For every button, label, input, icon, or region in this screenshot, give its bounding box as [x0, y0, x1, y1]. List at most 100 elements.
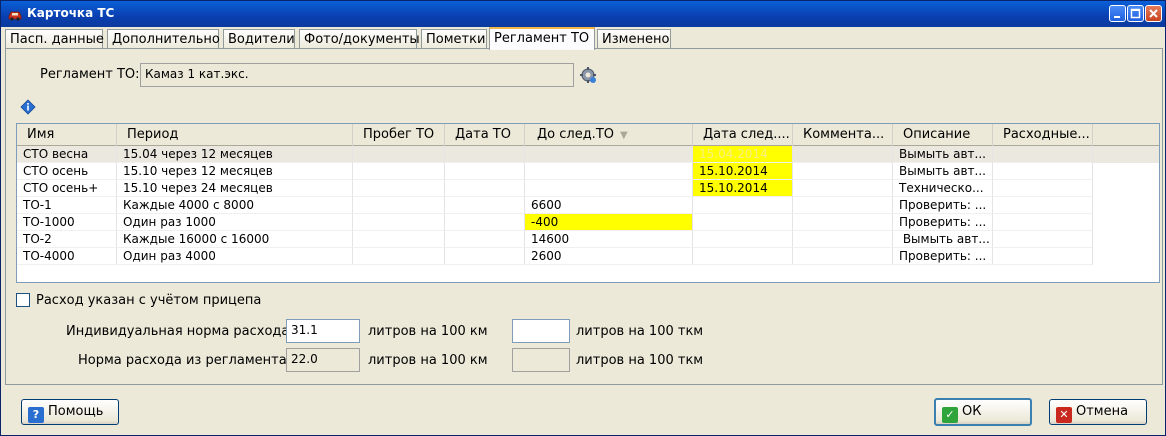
- cell-consumables: [993, 197, 1093, 214]
- cell-name: ТО-1000: [17, 214, 117, 231]
- help-icon: ?: [28, 407, 44, 423]
- tab-panel: Регламент ТО: Камаз 1 кат.экс. Имя Перио…: [5, 48, 1163, 385]
- cell-consumables: [993, 214, 1093, 231]
- tab-additional[interactable]: Дополнительно: [107, 29, 220, 49]
- cell-next-date: 15.10.2014: [693, 163, 793, 180]
- cell-comment: [793, 180, 893, 197]
- tab-photo-documents[interactable]: Фото/документы: [299, 29, 420, 49]
- reglament-field[interactable]: Камаз 1 кат.экс.: [140, 63, 574, 87]
- cell-mileage: [353, 214, 445, 231]
- reglament-norm-field: 22.0: [286, 348, 360, 372]
- column-header-until-next[interactable]: До след.ТО ▼: [525, 124, 693, 146]
- column-header-label: Период: [127, 127, 179, 142]
- cell-name: СТО осень: [17, 163, 117, 180]
- window-title: Карточка ТС: [27, 6, 115, 20]
- tab-maintenance-schedule[interactable]: Регламент ТО: [489, 27, 595, 50]
- column-header-mileage[interactable]: Пробег ТО: [353, 124, 445, 146]
- column-header-date[interactable]: Дата ТО: [445, 124, 525, 146]
- cancel-button[interactable]: ✕ Отмена: [1049, 399, 1147, 425]
- minimize-button[interactable]: [1109, 5, 1126, 22]
- cell-mileage: [353, 146, 445, 163]
- individual-norm-tkm-input[interactable]: [512, 319, 570, 343]
- ok-button-label: ОК: [962, 404, 982, 419]
- help-button[interactable]: ? Помощь: [21, 399, 119, 425]
- close-button[interactable]: [1145, 5, 1162, 22]
- column-header-label: Расходные...: [1003, 127, 1090, 142]
- cell-next-date: [693, 214, 793, 231]
- table-row[interactable]: ТО-1 Каждые 4000 с 8000 6600 Проверить: …: [17, 197, 1159, 214]
- cell-date: [445, 146, 525, 163]
- table-row[interactable]: ТО-4000 Один раз 4000 2600 Проверить: ..…: [17, 248, 1159, 265]
- cell-description: Техническо...: [893, 180, 993, 197]
- tab-label: Фото/документы: [304, 32, 420, 47]
- column-header-description[interactable]: Описание: [893, 124, 993, 146]
- info-icon[interactable]: [20, 99, 36, 115]
- ok-button[interactable]: ✓ ОК: [934, 398, 1032, 426]
- tab-label: Дополнительно: [112, 32, 220, 47]
- column-header-name[interactable]: Имя: [17, 124, 117, 146]
- tab-passport-data[interactable]: Пасп. данные: [5, 29, 104, 49]
- column-header-consumables[interactable]: Расходные...: [993, 124, 1093, 146]
- table-header: Имя Период Пробег ТО Дата ТО До след.ТО ▼…: [17, 124, 1159, 146]
- sort-desc-icon: ▼: [620, 130, 628, 141]
- table-row[interactable]: ТО-1000 Один раз 1000 -400 Проверить: ..…: [17, 214, 1159, 231]
- table-row[interactable]: ТО-2 Каждые 16000 с 16000 14600 Вымыть а…: [17, 231, 1159, 248]
- cell-until-next: 2600: [525, 248, 693, 265]
- title-bar[interactable]: Карточка ТС: [1, 1, 1165, 27]
- reglament-norm-unit-km: литров на 100 км: [368, 353, 488, 368]
- cell-name: СТО осень+: [17, 180, 117, 197]
- cell-comment: [793, 197, 893, 214]
- cell-mileage: [353, 163, 445, 180]
- maintenance-table[interactable]: Имя Период Пробег ТО Дата ТО До след.ТО ▼…: [16, 123, 1160, 283]
- column-header-label: Имя: [27, 127, 55, 142]
- cell-period: Каждые 16000 с 16000: [117, 231, 353, 248]
- check-icon: ✓: [942, 407, 958, 423]
- column-header-next-date[interactable]: Дата след....: [693, 124, 793, 146]
- cancel-button-label: Отмена: [1076, 404, 1129, 419]
- cell-comment: [793, 163, 893, 180]
- table-row[interactable]: СТО осень+ 15.10 через 24 месяцев 15.10.…: [17, 180, 1159, 197]
- tab-label: Регламент ТО: [494, 31, 590, 46]
- car-icon: [8, 11, 22, 21]
- cell-period: Один раз 4000: [117, 248, 353, 265]
- column-header-label: Коммента...: [803, 127, 885, 142]
- trailer-checkbox[interactable]: [16, 293, 30, 307]
- table-row[interactable]: СТО осень 15.10 через 12 месяцев 15.10.2…: [17, 163, 1159, 180]
- cell-description: Вымыть авт...: [893, 231, 993, 248]
- cell-next-date: [693, 231, 793, 248]
- tab-label: Изменено: [602, 32, 670, 47]
- cancel-icon: ✕: [1056, 407, 1072, 423]
- cell-until-next: 6600: [525, 197, 693, 214]
- cell-mileage: [353, 180, 445, 197]
- cell-next-date: 15.04.2014: [693, 146, 793, 163]
- tab-bar: Пасп. данные Дополнительно Водители Фото…: [5, 27, 1163, 50]
- cell-description: Вымыть авт...: [893, 146, 993, 163]
- column-header-comment[interactable]: Коммента...: [793, 124, 893, 146]
- cell-name: ТО-1: [17, 197, 117, 214]
- cell-comment: [793, 248, 893, 265]
- minimize-icon: [1114, 16, 1120, 18]
- cell-date: [445, 197, 525, 214]
- gear-icon[interactable]: [578, 65, 598, 85]
- cell-until-next: 14600: [525, 231, 693, 248]
- cell-name: СТО весна: [17, 146, 117, 163]
- trailer-checkbox-label[interactable]: Расход указан с учётом прицепа: [36, 293, 261, 308]
- cell-date: [445, 163, 525, 180]
- tab-drivers[interactable]: Водители: [223, 29, 295, 49]
- tab-label: Водители: [228, 32, 295, 47]
- maximize-button[interactable]: [1127, 5, 1144, 22]
- close-icon: [1149, 9, 1158, 18]
- individual-norm-input[interactable]: 31.1: [286, 319, 360, 343]
- cell-next-date: [693, 197, 793, 214]
- tab-notes[interactable]: Пометки: [421, 29, 487, 49]
- reglament-norm-unit-tkm: литров на 100 ткм: [576, 353, 704, 368]
- individual-norm-unit-tkm: литров на 100 ткм: [576, 324, 704, 339]
- cell-date: [445, 214, 525, 231]
- table-row[interactable]: СТО весна 15.04 через 12 месяцев 15.04.2…: [17, 146, 1159, 163]
- tab-changed[interactable]: Изменено: [597, 29, 671, 49]
- column-header-period[interactable]: Период: [117, 124, 353, 146]
- cell-comment: [793, 231, 893, 248]
- cell-mileage: [353, 248, 445, 265]
- reglament-norm-tkm-field: [512, 348, 570, 372]
- tab-label: Пасп. данные: [10, 32, 104, 47]
